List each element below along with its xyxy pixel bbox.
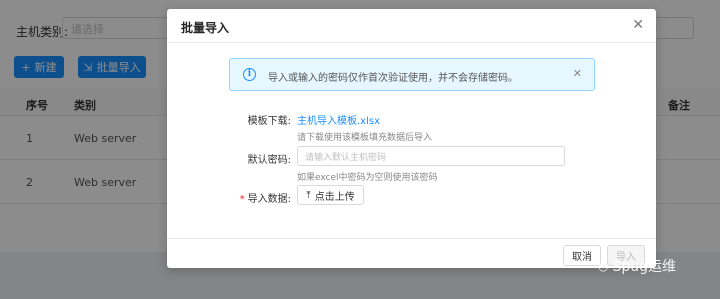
close-icon[interactable]: ✕ <box>632 17 644 33</box>
upload-button[interactable]: ⤒ 点击上传 <box>297 185 364 205</box>
modal-footer: 取消 导入 <box>167 238 656 268</box>
modal-title: 批量导入 <box>181 21 230 35</box>
password-label: 默认密码: <box>247 155 291 166</box>
alert-message: 导入或输入的密码仅作首次验证使用，并不会存储密码。 <box>268 73 518 84</box>
password-help: 如果excel中密码为空则使用该密码 <box>297 173 438 183</box>
template-help: 请下载使用该模板填充数据后导入 <box>297 133 433 143</box>
default-password-input[interactable]: 请输入默认主机密码 <box>297 146 565 166</box>
modal-header: 批量导入 ✕ <box>167 9 656 43</box>
import-data-label: * 导入数据: <box>221 190 291 205</box>
info-icon: i <box>243 68 256 81</box>
alert-close-icon[interactable]: ✕ <box>573 67 582 80</box>
template-label: 模板下载: <box>247 116 291 127</box>
watermark: ◔ Spug运维 <box>598 256 676 276</box>
import-data-label-text: 导入数据: <box>247 194 291 205</box>
batch-import-modal: 批量导入 ✕ i 导入或输入的密码仅作首次验证使用，并不会存储密码。 ✕ 模板下… <box>167 9 656 268</box>
upload-icon: ⤒ <box>306 189 311 201</box>
watermark-text: Spug运维 <box>612 259 677 275</box>
wechat-icon: ◔ <box>598 259 609 273</box>
required-mark: * <box>239 194 245 205</box>
template-download-link[interactable]: 主机导入模板.xlsx <box>297 112 380 127</box>
info-alert: i 导入或输入的密码仅作首次验证使用，并不会存储密码。 ✕ <box>229 58 595 91</box>
cancel-button[interactable]: 取消 <box>563 245 601 266</box>
upload-button-label: 点击上传 <box>314 191 355 203</box>
